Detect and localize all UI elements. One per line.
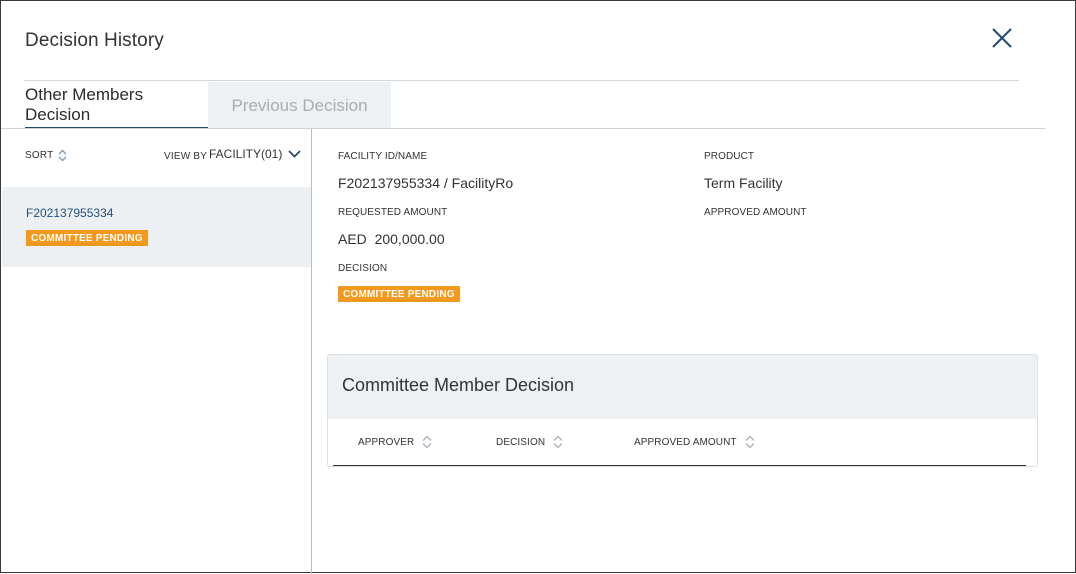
card-title: Committee Member Decision bbox=[342, 375, 575, 395]
tab-label: Other Members Decision bbox=[25, 84, 144, 124]
sort-icon bbox=[58, 149, 67, 162]
modal-title: Decision History bbox=[25, 30, 164, 51]
facility-id: F202137955334 bbox=[26, 206, 114, 220]
column-header-approved-amount[interactable]: APPROVED AMOUNT bbox=[634, 435, 755, 449]
tab-label: Previous Decision bbox=[231, 95, 368, 115]
close-button[interactable] bbox=[987, 23, 1017, 53]
column-label: APPROVER bbox=[358, 436, 415, 448]
sort-label: SORT bbox=[25, 150, 54, 161]
view-by-select[interactable]: FACILITY(01) bbox=[209, 147, 301, 161]
product-label: PRODUCT bbox=[704, 151, 755, 162]
table-header-divider bbox=[333, 465, 1026, 466]
sort-button[interactable]: SORT bbox=[25, 149, 67, 162]
column-header-decision[interactable]: DECISION bbox=[496, 435, 563, 449]
sort-icon bbox=[745, 435, 755, 449]
view-by-label: VIEW BY bbox=[164, 151, 208, 162]
tab-previous-decision[interactable]: Previous Decision bbox=[208, 82, 391, 129]
sort-icon bbox=[422, 435, 432, 449]
panel-divider bbox=[311, 129, 312, 574]
decision-status-badge: COMMITTEE PENDING bbox=[338, 286, 460, 302]
tab-other-members-decision[interactable]: Other Members Decision bbox=[25, 82, 208, 129]
card-header: Committee Member Decision bbox=[328, 355, 1037, 419]
facility-list-item[interactable]: F202137955334 COMMITTEE PENDING bbox=[2, 187, 311, 267]
requested-amount-value: AED 200,000.00 bbox=[338, 231, 445, 247]
header-divider bbox=[24, 80, 1019, 81]
committee-member-decision-card: Committee Member Decision APPROVER DECIS… bbox=[327, 354, 1038, 467]
status-badge: COMMITTEE PENDING bbox=[26, 230, 148, 246]
view-by-value: FACILITY(01) bbox=[209, 147, 283, 161]
tabs-divider bbox=[1, 128, 1045, 129]
decision-history-modal: Decision History Other Members Decision … bbox=[0, 0, 1076, 574]
facility-id-value: F202137955334 / FacilityRo bbox=[338, 175, 514, 191]
approved-amount-label: APPROVED AMOUNT bbox=[704, 207, 807, 218]
chevron-down-icon bbox=[288, 150, 301, 158]
product-value: Term Facility bbox=[704, 175, 783, 191]
facility-id-label: FACILITY ID/NAME bbox=[338, 151, 428, 162]
requested-amount-label: REQUESTED AMOUNT bbox=[338, 207, 448, 218]
sort-icon bbox=[553, 435, 563, 449]
decision-label: DECISION bbox=[338, 263, 388, 274]
column-header-approver[interactable]: APPROVER bbox=[358, 435, 432, 449]
close-icon bbox=[992, 28, 1012, 48]
column-label: APPROVED AMOUNT bbox=[634, 436, 737, 448]
column-label: DECISION bbox=[496, 436, 546, 448]
